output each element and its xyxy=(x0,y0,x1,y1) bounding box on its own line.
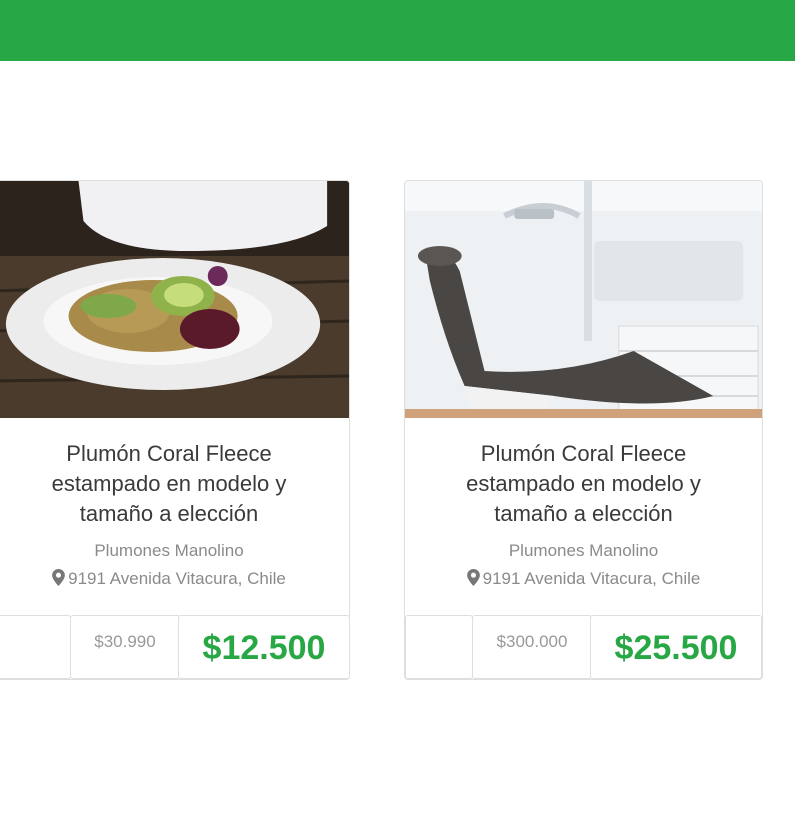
top-header-bar xyxy=(0,0,795,61)
product-location: 9191 Avenida Vitacura, Chile xyxy=(405,569,762,589)
price-bar: $30.990 $12.500 xyxy=(0,615,349,679)
vendor-name: Plumones Manolino xyxy=(94,541,244,560)
price-empty-cell xyxy=(0,615,71,679)
product-location: 9191 Avenida Vitacura, Chile xyxy=(0,569,349,589)
product-card[interactable]: Plumón Coral Fleece estampado en modelo … xyxy=(0,180,350,680)
current-price: $12.500 xyxy=(178,615,349,679)
product-title[interactable]: Plumón Coral Fleece estampado en modelo … xyxy=(425,439,742,529)
product-card[interactable]: Plumón Coral Fleece estampado en modelo … xyxy=(404,180,763,680)
product-title[interactable]: Plumón Coral Fleece estampado en modelo … xyxy=(9,439,329,529)
current-price: $25.500 xyxy=(590,615,762,679)
address-text: 9191 Avenida Vitacura, Chile xyxy=(68,569,286,588)
product-image[interactable] xyxy=(0,181,349,418)
dental-chair-photo xyxy=(405,181,762,418)
salad-bowl-photo xyxy=(0,181,349,418)
map-marker-icon xyxy=(466,569,480,586)
product-image[interactable] xyxy=(405,181,762,418)
price-bar: $300.000 $25.500 xyxy=(405,615,762,679)
vendor-name: Plumones Manolino xyxy=(508,541,659,560)
map-marker-icon xyxy=(52,569,66,586)
old-price: $300.000 xyxy=(472,615,592,679)
address-text: 9191 Avenida Vitacura, Chile xyxy=(482,569,701,588)
price-empty-cell xyxy=(405,615,473,679)
old-price: $30.990 xyxy=(70,615,180,679)
